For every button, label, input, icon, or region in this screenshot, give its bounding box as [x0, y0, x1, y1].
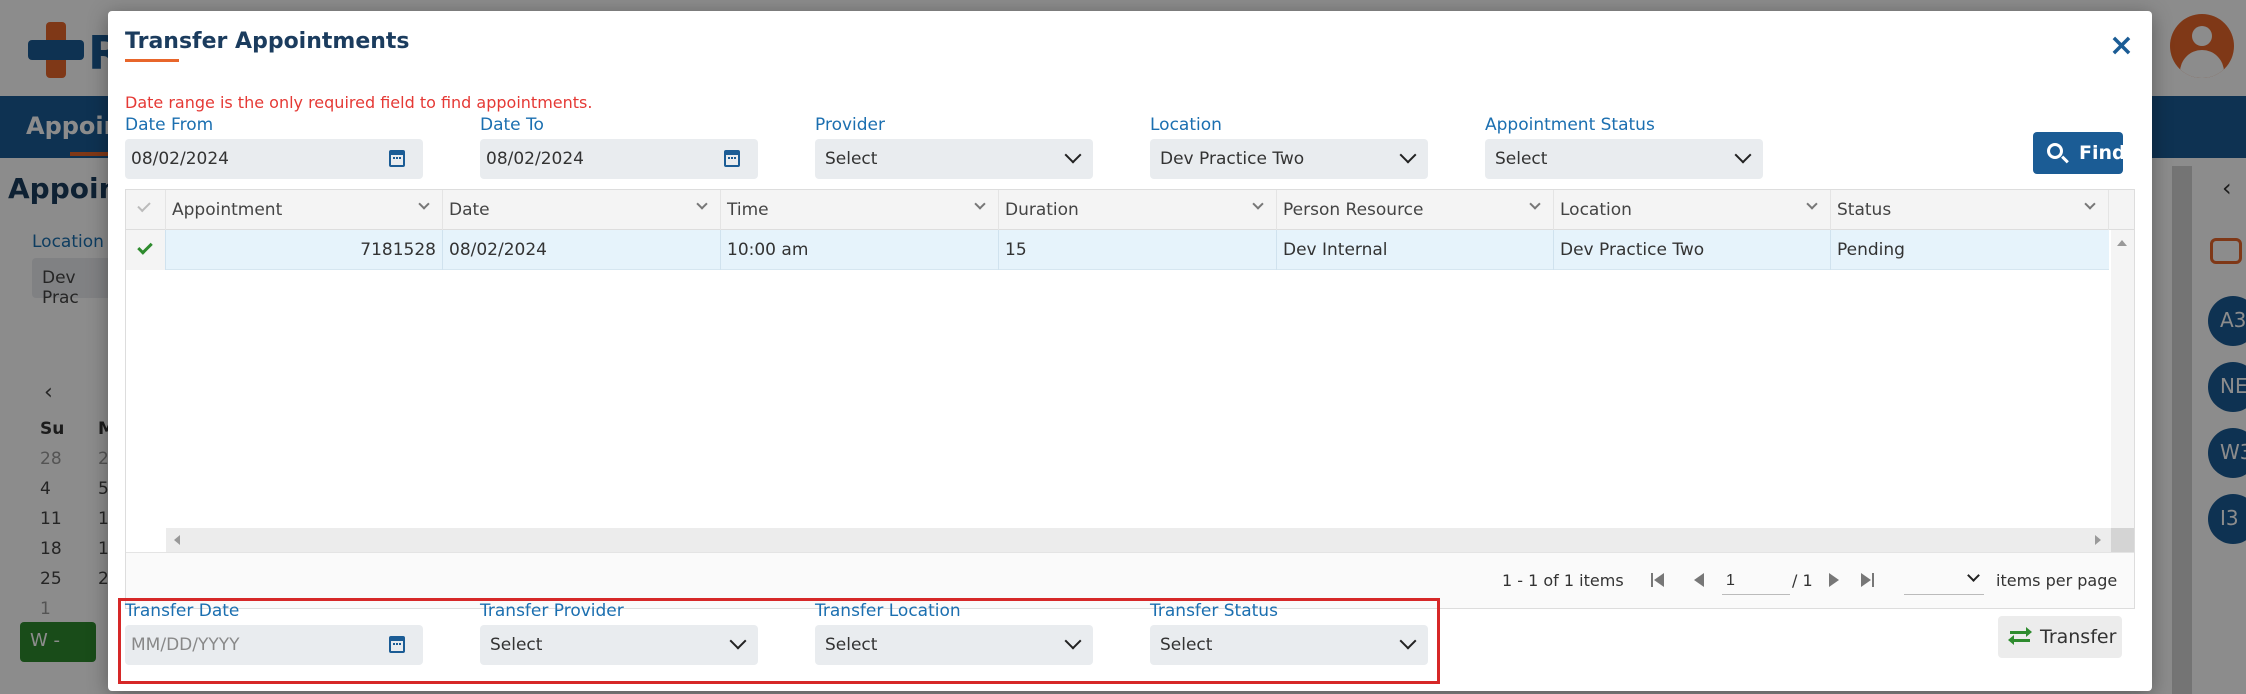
modal-title: Transfer Appointments [125, 29, 410, 54]
pager-info: 1 - 1 of 1 items [1502, 571, 1624, 590]
items-per-page-label: items per page [1996, 571, 2118, 590]
find-button[interactable]: Find [2033, 132, 2126, 174]
transfer-date-placeholder: MM/DD/YYYY [131, 635, 240, 655]
first-page-icon[interactable] [1651, 573, 1664, 587]
chevron-down-icon[interactable] [2084, 198, 2096, 210]
location-value: Dev Practice Two [1160, 149, 1305, 169]
chevron-down-icon[interactable] [1252, 198, 1264, 210]
chevron-down-icon[interactable] [974, 198, 986, 210]
chevron-down-icon [729, 632, 747, 650]
calendar-icon[interactable] [724, 150, 740, 167]
search-icon [2047, 143, 2063, 159]
chevron-down-icon [1064, 632, 1082, 650]
provider-label: Provider [815, 115, 885, 135]
check-icon [137, 198, 151, 213]
chevron-down-icon[interactable] [1529, 198, 1541, 210]
prev-page-icon[interactable] [1694, 573, 1704, 587]
transfer-location-label: Transfer Location [815, 601, 961, 621]
cell-date: 08/02/2024 [443, 230, 721, 270]
check-icon [137, 239, 153, 255]
column-header-location[interactable]: Location [1554, 190, 1831, 230]
find-button-label: Find [2079, 142, 2126, 164]
column-header-duration[interactable]: Duration [999, 190, 1277, 230]
transfer-location-select[interactable]: Select [815, 625, 1093, 665]
location-label: Location [1150, 115, 1222, 135]
appointment-status-select[interactable]: Select [1485, 139, 1763, 179]
cell-duration: 15 [999, 230, 1277, 270]
column-header-label: Status [1837, 200, 1892, 220]
column-header-label: Appointment [172, 200, 283, 220]
next-page-icon[interactable] [1829, 573, 1839, 587]
date-from-label: Date From [125, 115, 214, 135]
column-header-label: Location [1560, 200, 1632, 220]
date-from-value: 08/02/2024 [131, 149, 229, 169]
chevron-down-icon [1399, 146, 1417, 164]
grid-horizontal-scrollbar[interactable] [166, 528, 2111, 552]
transfer-button-label: Transfer [2040, 626, 2117, 648]
transfer-status-value: Select [1160, 635, 1213, 655]
transfer-status-select[interactable]: Select [1150, 625, 1428, 665]
cell-status: Pending [1837, 240, 1905, 260]
chevron-down-icon[interactable] [418, 198, 430, 210]
page-number-input[interactable] [1722, 567, 1790, 595]
last-page-icon[interactable] [1861, 573, 1874, 587]
transfer-arrows-icon [2008, 627, 2032, 645]
calendar-icon[interactable] [389, 150, 405, 167]
appointments-grid: Appointment Date Time Duration Person Re… [125, 189, 2135, 609]
transfer-status-label: Transfer Status [1150, 601, 1278, 621]
table-row[interactable]: 7181528 08/02/2024 10:00 am 15 Dev Inter… [126, 230, 2109, 270]
transfer-location-value: Select [825, 635, 878, 655]
row-checkbox[interactable] [126, 230, 166, 270]
cell-location: Dev Practice Two [1554, 230, 1831, 270]
column-header-date[interactable]: Date [443, 190, 721, 230]
provider-value: Select [825, 149, 878, 169]
transfer-date-input[interactable]: MM/DD/YYYY [125, 625, 423, 665]
scroll-left-icon[interactable] [174, 535, 180, 545]
chevron-down-icon [1064, 146, 1082, 164]
provider-select[interactable]: Select [815, 139, 1093, 179]
column-header-label: Person Resource [1283, 200, 1424, 220]
transfer-appointments-modal: Transfer Appointments × Date range is th… [108, 11, 2152, 691]
chevron-down-icon [1399, 632, 1417, 650]
transfer-date-label: Transfer Date [125, 601, 240, 621]
transfer-provider-label: Transfer Provider [480, 601, 624, 621]
column-header-person-resource[interactable]: Person Resource [1277, 190, 1554, 230]
column-header-status[interactable]: Status [1831, 190, 2109, 230]
appointment-status-label: Appointment Status [1485, 115, 1655, 135]
chevron-down-icon [1967, 569, 1980, 582]
location-select[interactable]: Dev Practice Two [1150, 139, 1428, 179]
close-icon[interactable]: × [2109, 31, 2134, 61]
cell-time: 10:00 am [721, 230, 999, 270]
scrollbar-corner [2111, 528, 2134, 552]
grid-vertical-scrollbar[interactable] [2111, 230, 2134, 566]
date-to-input[interactable]: 08/02/2024 [480, 139, 758, 179]
scroll-up-icon[interactable] [2117, 240, 2127, 246]
scroll-right-icon[interactable] [2095, 535, 2101, 545]
chevron-down-icon[interactable] [1806, 198, 1818, 210]
column-header-time[interactable]: Time [721, 190, 999, 230]
cell-appointment: 7181528 [166, 230, 443, 270]
appointment-status-value: Select [1495, 149, 1548, 169]
date-to-label: Date To [480, 115, 544, 135]
grid-header: Appointment Date Time Duration Person Re… [126, 190, 2134, 230]
column-header-label: Time [727, 200, 769, 220]
column-header-label: Duration [1005, 200, 1079, 220]
chevron-down-icon [1734, 146, 1752, 164]
cell-person-resource: Dev Internal [1277, 230, 1554, 270]
transfer-provider-select[interactable]: Select [480, 625, 758, 665]
column-header-label: Date [449, 200, 490, 220]
calendar-icon[interactable] [389, 636, 405, 653]
transfer-provider-value: Select [490, 635, 543, 655]
select-all-checkbox[interactable] [126, 190, 166, 230]
chevron-down-icon[interactable] [696, 198, 708, 210]
date-from-input[interactable]: 08/02/2024 [125, 139, 423, 179]
page-total: / 1 [1792, 571, 1813, 590]
required-hint: Date range is the only required field to… [125, 93, 593, 112]
transfer-button[interactable]: Transfer [1998, 616, 2122, 658]
modal-title-underline [125, 59, 179, 62]
page-size-select[interactable] [1904, 567, 1984, 595]
column-header-appointment[interactable]: Appointment [166, 190, 443, 230]
date-to-value: 08/02/2024 [486, 149, 584, 169]
